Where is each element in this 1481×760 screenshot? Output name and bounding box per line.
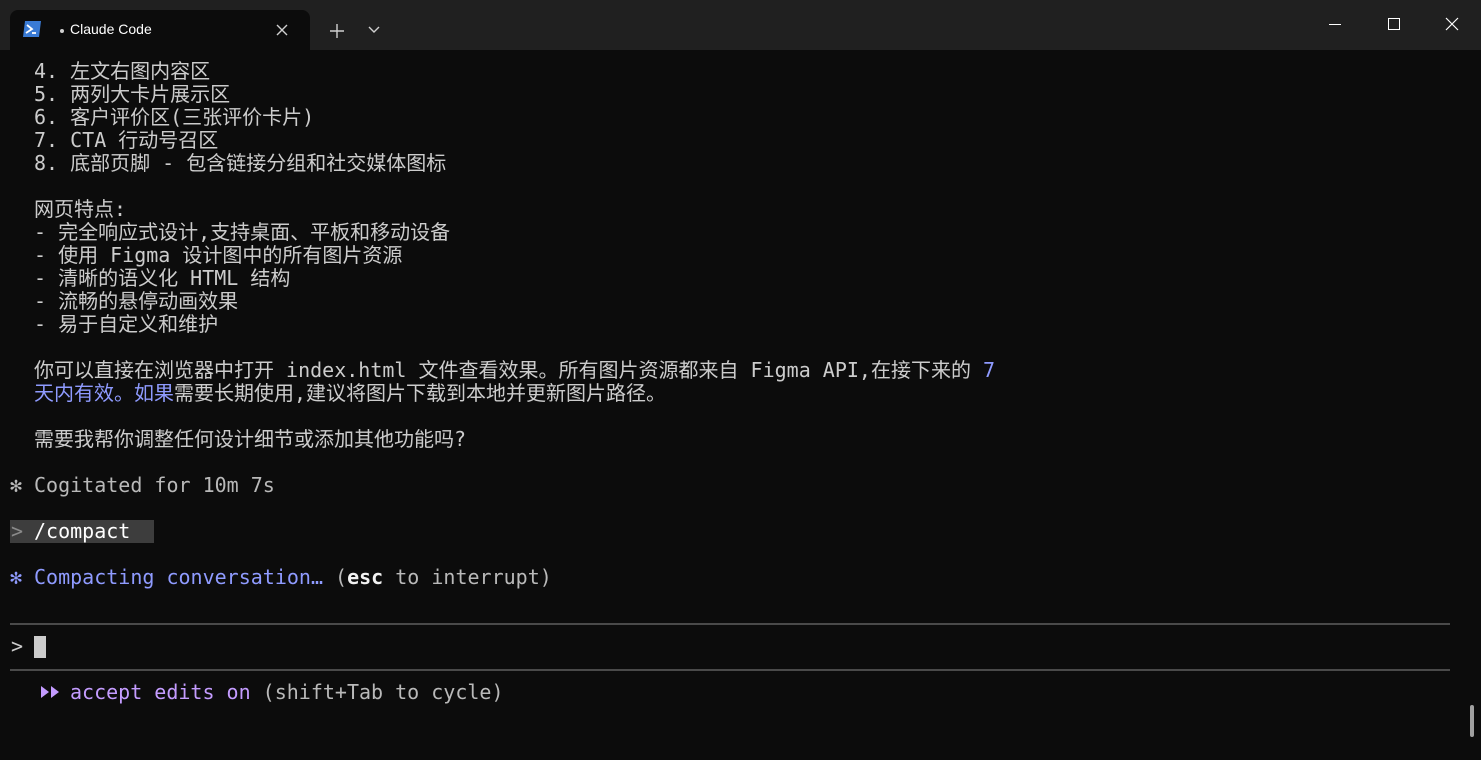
close-icon [1445,17,1459,31]
note-highlight: 7 [982,358,996,382]
output-line: 网页特点: [34,197,127,221]
powershell-icon [23,21,41,37]
tab-activity-dot [60,29,64,33]
input-prompt-symbol: > [11,634,24,658]
output-line: - 完全响应式设计,支持桌面、平板和移动设备 [34,220,451,244]
scrollbar-thumb[interactable] [1470,705,1474,737]
output-line: 6. 客户评价区(三张评价卡片) [34,105,315,129]
note-highlight: 天内有效。如果 [34,381,174,405]
note-text: 需要长期使用,建议将图片下载到本地并更新图片路径。 [174,381,667,405]
input-separator-top [10,623,1450,625]
maximize-icon [1388,18,1400,30]
cogitated-status: Cogitated for 10m 7s [34,473,275,497]
prompt-symbol: > [11,519,24,543]
output-line: - 流畅的悬停动画效果 [34,289,239,313]
output-line: 你可以直接在浏览器中打开 index.html 文件查看效果。所有图片资源都来自… [34,359,995,382]
output-line: - 易于自定义和维护 [34,312,219,336]
compacting-hint: to interrupt) [383,565,552,589]
star-icon: ✻ [10,473,23,497]
fast-forward-icon [41,686,59,698]
command-text: /compact [34,519,131,543]
terminal-window: Claude Code 4. 左文右图内容区 5. 两列大卡片展示区 6. 客户… [0,0,1481,760]
minimize-icon [1329,24,1341,25]
output-line: 需要我帮你调整任何设计细节或添加其他功能吗? [34,427,467,451]
mode-hint: (shift+Tab to cycle) [250,680,504,704]
compacting-status: Compacting conversation… (esc to interru… [34,566,552,589]
mode-label: accept edits on [70,680,251,704]
close-icon[interactable] [272,20,292,40]
output-line: - 使用 Figma 设计图中的所有图片资源 [34,243,403,267]
chevron-down-icon[interactable] [364,20,384,40]
close-window-button[interactable] [1423,0,1481,48]
compacting-text: Compacting conversation… [34,565,323,589]
title-bar: Claude Code [0,0,1481,50]
esc-key: esc [347,565,384,589]
mode-indicator: accept edits on (shift+Tab to cycle) [70,681,504,704]
compacting-paren: ( [322,565,348,589]
output-line: 4. 左文右图内容区 [34,59,211,83]
output-line: 7. CTA 行动号召区 [34,128,219,152]
star-icon: ✻ [10,565,23,589]
output-line: 天内有效。如果需要长期使用,建议将图片下载到本地并更新图片路径。 [34,382,666,405]
note-text: 你可以直接在浏览器中打开 index.html 文件查看效果。所有图片资源都来自… [34,358,983,382]
tab-title: Claude Code [70,21,152,37]
minimize-button[interactable] [1306,0,1364,48]
input-separator-bottom [10,669,1450,671]
output-line: 5. 两列大卡片展示区 [34,82,231,106]
output-line: 8. 底部页脚 - 包含链接分组和社交媒体图标 [34,151,447,175]
text-cursor [34,636,46,658]
plus-icon[interactable] [322,16,352,46]
terminal-output: 4. 左文右图内容区 5. 两列大卡片展示区 6. 客户评价区(三张评价卡片) … [0,50,1481,760]
prompt-input[interactable] [34,635,1334,658]
maximize-button[interactable] [1365,0,1423,48]
output-line: - 清晰的语义化 HTML 结构 [34,266,291,290]
tab-claude-code[interactable]: Claude Code [10,10,310,50]
